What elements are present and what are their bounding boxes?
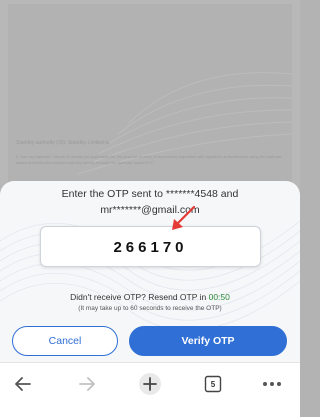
back-button[interactable] [8,369,38,399]
more-menu-button[interactable] [257,369,287,399]
otp-instruction-line2: mr*******@gmail.com [100,204,200,216]
plus-icon [139,373,161,395]
forward-arrow-icon [79,377,95,391]
otp-instruction: Enter the OTP sent to *******4548 and mr… [20,186,280,218]
resend-timer: 00:50 [208,292,230,302]
cancel-button[interactable]: Cancel [12,326,118,356]
otp-input-field[interactable]: 266170 [40,226,261,267]
browser-bottom-nav: 5 [0,362,300,417]
otp-input-value: 266170 [113,239,188,256]
background-text-paragraph: 2. I/we my Aadhaar / Virtual ID details … [16,154,282,165]
resend-otp-prefix: Didn't receive OTP? Resend OTP in [70,292,209,302]
cancel-button-label: Cancel [48,335,82,347]
resend-otp-text: Didn't receive OTP? Resend OTP in 00:50 [0,292,300,302]
back-arrow-icon [15,377,31,391]
verify-otp-button[interactable]: Verify OTP [129,326,287,356]
otp-instruction-line1: Enter the OTP sent to *******4548 and [61,188,239,200]
otp-bottom-sheet: Enter the OTP sent to *******4548 and mr… [0,181,300,362]
background-page: Standby authority (20). Standby Limited … [0,0,300,190]
otp-delay-note: (It may take up to 60 seconds to receive… [78,305,222,312]
new-tab-button[interactable] [135,369,165,399]
background-text-line: Standby authority (20). Standby Limited … [16,140,110,146]
verify-otp-button-label: Verify OTP [181,335,235,347]
more-dots-icon [263,382,281,386]
tab-switcher-button[interactable]: 5 [198,369,228,399]
forward-button[interactable] [72,369,102,399]
red-arrow-annotation-icon [172,205,196,230]
tab-count: 5 [210,379,216,389]
